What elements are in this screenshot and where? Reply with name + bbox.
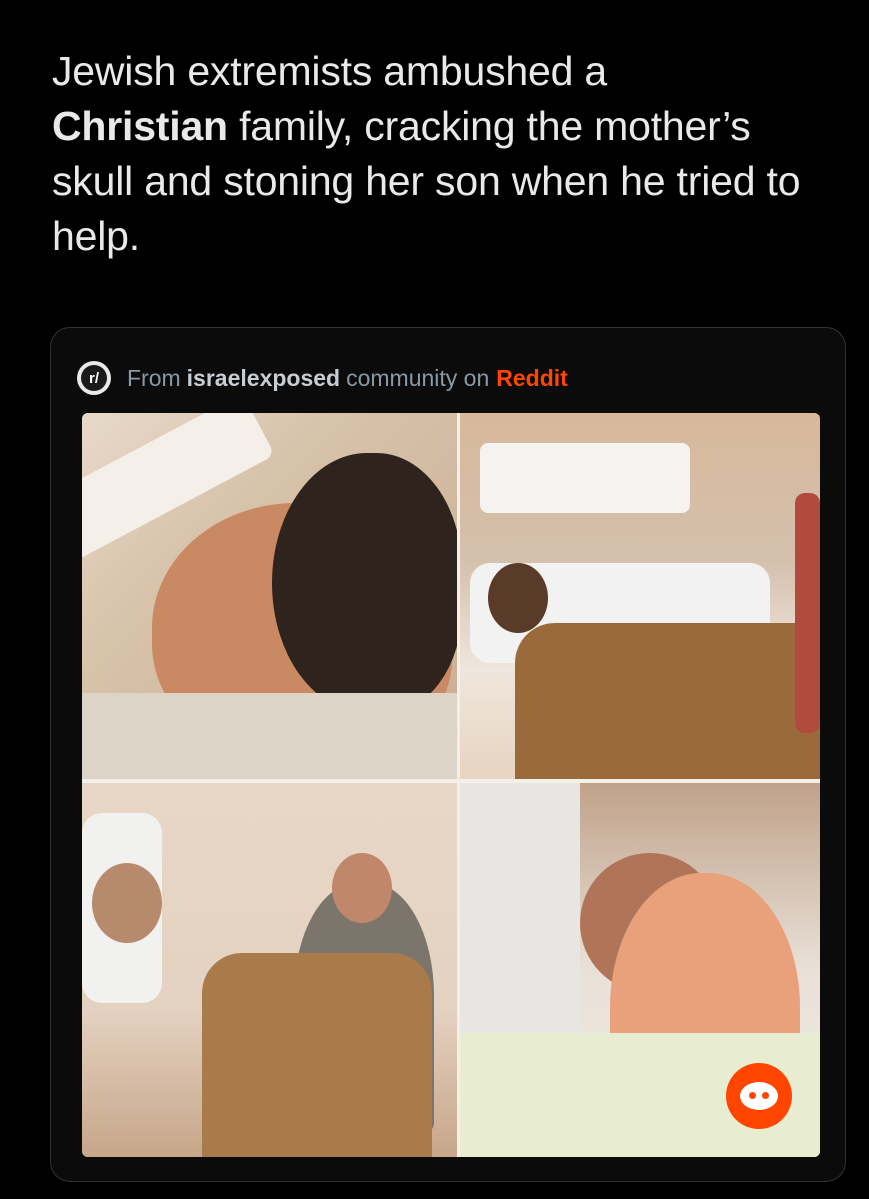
reddit-icon: r/: [77, 361, 111, 395]
snoo-icon[interactable]: [726, 1063, 792, 1129]
tweet-text: Jewish extremists ambushed a Christian f…: [52, 44, 832, 264]
tweet-text-part1: Jewish extremists ambushed a: [52, 48, 607, 94]
community-name[interactable]: israelexposed: [187, 365, 340, 392]
photo-4[interactable]: [460, 783, 820, 1157]
source-middle: community on: [346, 364, 490, 391]
card-source-header[interactable]: r/ From israelexposed community on Reddi…: [77, 360, 568, 396]
platform-name[interactable]: Reddit: [496, 365, 568, 392]
photo-grid[interactable]: [82, 413, 820, 1157]
tweet-text-bold: Christian: [52, 103, 228, 149]
reddit-embed-card[interactable]: r/ From israelexposed community on Reddi…: [50, 327, 846, 1182]
photo-3[interactable]: [82, 783, 457, 1157]
photo-1[interactable]: [82, 413, 457, 779]
photo-2[interactable]: [460, 413, 820, 779]
source-prefix: From: [127, 364, 181, 391]
